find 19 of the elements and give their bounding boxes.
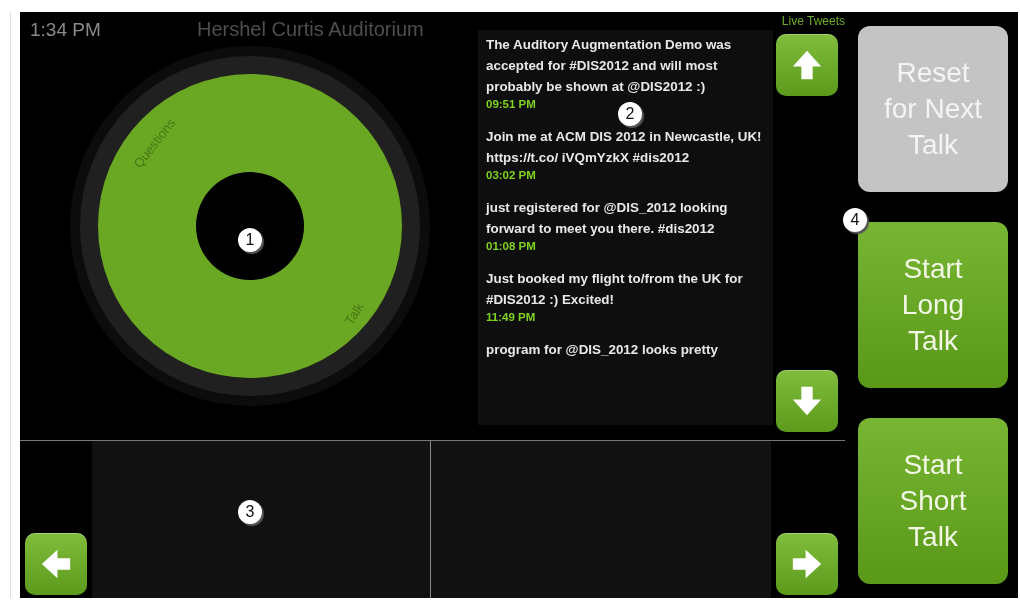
tweet-text: program for @DIS_2012 looks pretty (486, 341, 719, 359)
tweet-text: just registered for @DIS_2012 looking forward to meet you there. #dis2012 (486, 199, 729, 238)
action-button[interactable]: Start Short Talk (858, 418, 1008, 584)
scroll-down-button[interactable] (776, 370, 838, 432)
next-button[interactable] (776, 533, 838, 595)
tweet-time: 03:02 PM (486, 168, 537, 183)
clock-time: 1:34 PM (30, 19, 102, 41)
tweet-text: Join me at ACM DIS 2012 in Newcastle, UK! https://t.co/ iVQmYzkX #dis2012 (486, 128, 763, 167)
tweet-time: 09:51 PM (486, 97, 537, 112)
room-title: Hershel Curtis Auditorium (197, 18, 424, 41)
callout-marker: 4 (843, 208, 867, 232)
tweet-text: The Auditory Augmentation Demo was accepted for #DIS2012 and will most probably be shown at @DIS2012 :) (486, 36, 733, 96)
tweet-time: 11:49 PM (486, 310, 537, 325)
live-tweets-label: Live Tweets (781, 13, 845, 30)
scroll-up-button[interactable] (776, 34, 838, 96)
previous-button[interactable] (25, 533, 87, 595)
action-button[interactable]: Start Long Talk (858, 222, 1008, 388)
tweet-time: 01:08 PM (486, 239, 537, 254)
tweet-text: Just booked my flight to/from the UK for #DIS2012 :) Excited! (486, 270, 744, 309)
